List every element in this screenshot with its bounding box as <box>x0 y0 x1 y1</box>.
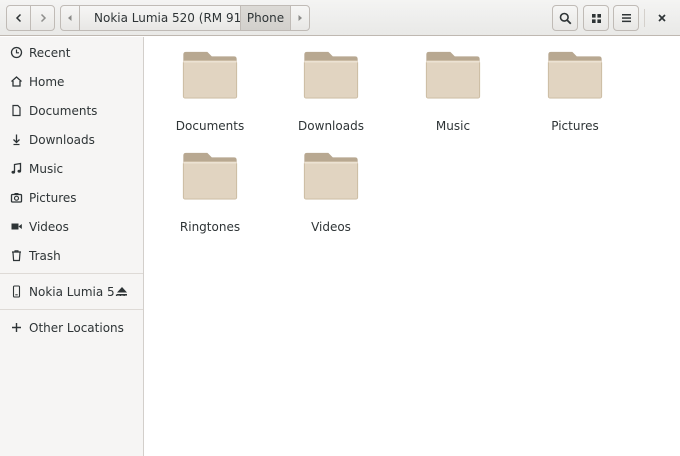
path-segment-label: Phone <box>246 11 285 25</box>
folder-icon <box>182 152 238 200</box>
camera-icon <box>10 191 23 204</box>
sidebar-separator <box>0 273 143 274</box>
sidebar-item-label: Trash <box>29 248 61 263</box>
header-bar: Nokia Lumia 520 (RM 914) Phone <box>0 0 680 36</box>
search-button[interactable] <box>552 5 578 31</box>
file-item-ringtones[interactable]: Ringtones <box>155 138 265 234</box>
grid-view-icon <box>591 13 601 23</box>
close-button[interactable] <box>648 5 676 31</box>
menu-button[interactable] <box>613 5 639 31</box>
file-item-music[interactable]: Music <box>398 37 508 133</box>
sidebar-item-label: Recent <box>29 45 71 60</box>
sidebar-item-recent[interactable]: Recent <box>0 38 143 67</box>
home-icon <box>10 75 23 88</box>
file-item-documents[interactable]: Documents <box>155 37 265 133</box>
sidebar-item-videos[interactable]: Videos <box>0 212 143 241</box>
sidebar-item-label: Nokia Lumia 5... <box>29 284 127 299</box>
file-view: Documents Downloads Music Pictures Ringt… <box>145 37 680 456</box>
sidebar-item-pictures[interactable]: Pictures <box>0 183 143 212</box>
folder-icon <box>303 51 359 99</box>
file-item-name: Videos <box>311 220 351 234</box>
sidebar-item-other-locations[interactable]: Other Locations <box>0 313 143 342</box>
folder-icon <box>303 152 359 200</box>
path-scroll-left-button[interactable] <box>60 5 80 31</box>
download-icon <box>10 133 23 146</box>
file-item-name: Downloads <box>298 119 364 133</box>
hamburger-menu-icon <box>621 14 631 23</box>
close-icon <box>658 14 666 22</box>
sidebar-item-music[interactable]: Music <box>0 154 143 183</box>
plus-icon <box>10 321 23 334</box>
forward-button[interactable] <box>30 5 55 31</box>
sidebar-item-trash[interactable]: Trash <box>0 241 143 270</box>
sidebar-separator <box>0 309 143 310</box>
clock-icon <box>10 46 23 59</box>
chevron-left-icon <box>15 13 21 23</box>
navigation-buttons <box>6 5 56 31</box>
document-icon <box>10 104 23 117</box>
sidebar-item-label: Videos <box>29 219 69 234</box>
folder-icon <box>425 51 481 99</box>
path-bar: Nokia Lumia 520 (RM 914) Phone <box>60 5 310 31</box>
video-icon <box>10 220 23 233</box>
file-item-name: Documents <box>175 119 245 133</box>
sidebar-item-home[interactable]: Home <box>0 67 143 96</box>
phone-icon <box>10 285 23 298</box>
path-scroll-right-button[interactable] <box>290 5 310 31</box>
eject-icon[interactable] <box>116 285 128 297</box>
path-segment-label: Nokia Lumia 520 (RM 914) <box>94 11 254 25</box>
music-icon <box>10 162 23 175</box>
sidebar-item-device-nokia[interactable]: Nokia Lumia 5... <box>0 277 143 306</box>
sidebar-item-label: Pictures <box>29 190 77 205</box>
file-item-videos[interactable]: Videos <box>276 138 386 234</box>
sidebar: Recent Home Documents Downloads Music Pi… <box>0 37 144 456</box>
file-item-name: Music <box>435 119 471 133</box>
path-segment-device[interactable]: Nokia Lumia 520 (RM 914) <box>79 5 254 31</box>
view-toggle-button[interactable] <box>583 5 609 31</box>
sidebar-item-label: Home <box>29 74 65 89</box>
sidebar-item-label: Music <box>29 161 64 176</box>
trash-icon <box>10 249 23 262</box>
file-item-name: Ringtones <box>179 220 241 234</box>
file-item-pictures[interactable]: Pictures <box>520 37 630 133</box>
triangle-right-icon <box>298 15 302 21</box>
triangle-left-icon <box>68 15 72 21</box>
sidebar-item-label: Other Locations <box>29 320 124 335</box>
sidebar-item-label: Documents <box>29 103 98 118</box>
back-button[interactable] <box>6 5 31 31</box>
path-segment-phone[interactable]: Phone <box>240 5 291 31</box>
sidebar-item-downloads[interactable]: Downloads <box>0 125 143 154</box>
sidebar-item-documents[interactable]: Documents <box>0 96 143 125</box>
file-item-name: Pictures <box>551 119 599 133</box>
header-separator <box>644 9 645 27</box>
sidebar-item-label: Downloads <box>29 132 95 147</box>
chevron-right-icon <box>40 13 46 23</box>
file-item-downloads[interactable]: Downloads <box>276 37 386 133</box>
search-icon <box>559 12 571 24</box>
folder-icon <box>547 51 603 99</box>
folder-icon <box>182 51 238 99</box>
